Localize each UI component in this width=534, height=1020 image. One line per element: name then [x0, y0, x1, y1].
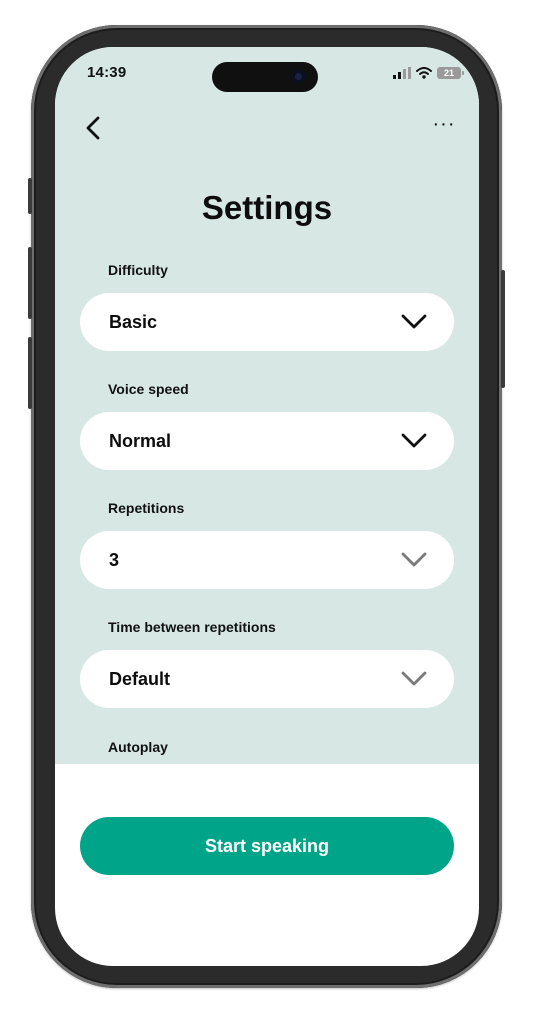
volume-up-button — [28, 247, 32, 319]
status-icons: 21 — [393, 65, 464, 80]
voice-speed-select[interactable]: Normal — [80, 412, 454, 470]
status-time: 14:39 — [87, 64, 127, 81]
signal-icon — [393, 66, 411, 79]
chevron-down-icon — [401, 314, 427, 329]
battery-icon: 21 — [437, 66, 464, 79]
app-screen: 14:39 21 ··· Settings Difficulty Basic V… — [55, 47, 479, 966]
difficulty-select[interactable]: Basic — [80, 293, 454, 351]
chevron-left-icon[interactable] — [81, 113, 107, 143]
wifi-icon — [416, 66, 432, 79]
page-title: Settings — [201, 189, 333, 226]
voice-speed-label: Voice speed — [108, 381, 189, 397]
difficulty-value: Basic — [109, 312, 158, 332]
voice-speed-value: Normal — [109, 431, 172, 451]
camera-icon — [292, 70, 305, 83]
more-options-button[interactable]: ··· — [431, 113, 457, 143]
time-between-select[interactable]: Default — [80, 650, 454, 708]
power-button — [501, 270, 505, 388]
repetitions-value: 3 — [109, 550, 120, 570]
mute-switch — [28, 178, 32, 214]
dynamic-island — [212, 62, 318, 92]
chevron-down-icon — [401, 433, 427, 448]
chevron-down-icon — [401, 552, 427, 567]
chevron-down-icon — [401, 671, 427, 686]
repetitions-label: Repetitions — [108, 500, 185, 516]
time-between-value: Default — [109, 669, 171, 689]
time-between-label: Time between repetitions — [108, 619, 276, 635]
start-speaking-button[interactable]: Start speaking — [80, 817, 454, 875]
difficulty-label: Difficulty — [108, 262, 168, 278]
repetitions-select[interactable]: 3 — [80, 531, 454, 589]
volume-down-button — [28, 337, 32, 409]
autoplay-label: Autoplay — [108, 739, 168, 755]
